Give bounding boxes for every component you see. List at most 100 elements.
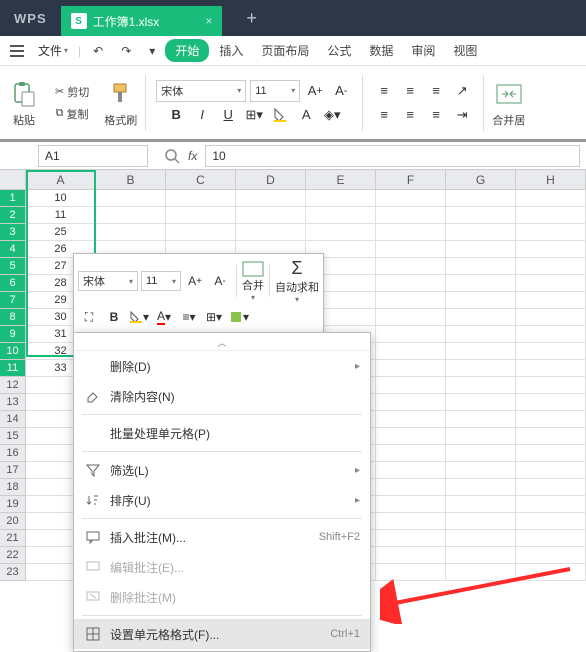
tab-close-icon[interactable]: × bbox=[205, 14, 212, 28]
cell[interactable] bbox=[376, 241, 446, 258]
align-bottom-button[interactable]: ≡ bbox=[425, 80, 447, 102]
row-header[interactable]: 21 bbox=[0, 530, 26, 547]
tab-view[interactable]: 视图 bbox=[445, 38, 485, 63]
select-all-corner[interactable] bbox=[0, 170, 26, 189]
mini-bold[interactable]: B bbox=[103, 306, 125, 328]
row-header[interactable]: 11 bbox=[0, 360, 26, 377]
cell[interactable] bbox=[446, 496, 516, 513]
font-color-button[interactable]: A bbox=[295, 104, 317, 126]
row-header[interactable]: 14 bbox=[0, 411, 26, 428]
mini-fill-color[interactable]: ▾ bbox=[128, 306, 150, 328]
col-header[interactable]: E bbox=[306, 170, 376, 189]
indent-button[interactable]: ⇥ bbox=[451, 104, 473, 126]
cell[interactable] bbox=[516, 496, 586, 513]
cell[interactable] bbox=[376, 530, 446, 547]
cell[interactable] bbox=[376, 564, 446, 581]
row-header[interactable]: 17 bbox=[0, 462, 26, 479]
tab-data[interactable]: 数据 bbox=[361, 38, 401, 63]
col-header[interactable]: A bbox=[26, 170, 96, 189]
workbook-tab[interactable]: S 工作簿1.xlsx × bbox=[61, 6, 223, 36]
cell[interactable] bbox=[96, 190, 166, 207]
row-header[interactable]: 13 bbox=[0, 394, 26, 411]
cell[interactable] bbox=[516, 445, 586, 462]
cell[interactable] bbox=[376, 479, 446, 496]
tab-formulas[interactable]: 公式 bbox=[319, 38, 359, 63]
cell[interactable] bbox=[376, 343, 446, 360]
mini-merge-button[interactable]: 合并▾ bbox=[242, 261, 264, 302]
cell[interactable] bbox=[376, 275, 446, 292]
cell[interactable] bbox=[446, 547, 516, 564]
mini-autosum-button[interactable]: Σ 自动求和▾ bbox=[275, 258, 319, 304]
mini-align[interactable]: ≡▾ bbox=[178, 306, 200, 328]
cell[interactable] bbox=[516, 275, 586, 292]
cell[interactable] bbox=[516, 411, 586, 428]
cell[interactable] bbox=[446, 258, 516, 275]
formula-input[interactable]: 10 bbox=[205, 145, 580, 167]
underline-button[interactable]: U bbox=[217, 104, 239, 126]
row-header[interactable]: 9 bbox=[0, 326, 26, 343]
row-header[interactable]: 18 bbox=[0, 479, 26, 496]
cell[interactable] bbox=[166, 190, 236, 207]
col-header[interactable]: H bbox=[516, 170, 586, 189]
cell[interactable] bbox=[376, 377, 446, 394]
mini-font-size[interactable]: 11▾ bbox=[141, 271, 181, 291]
cell[interactable] bbox=[446, 224, 516, 241]
copy-button[interactable]: ⧉ 复制 bbox=[53, 104, 92, 124]
row-header[interactable]: 19 bbox=[0, 496, 26, 513]
col-header[interactable]: B bbox=[96, 170, 166, 189]
cell[interactable] bbox=[516, 394, 586, 411]
cell[interactable] bbox=[516, 547, 586, 564]
align-middle-button[interactable]: ≡ bbox=[399, 80, 421, 102]
cell[interactable] bbox=[236, 224, 306, 241]
cell[interactable] bbox=[516, 462, 586, 479]
mini-font-color[interactable]: A▾ bbox=[153, 306, 175, 328]
cell[interactable] bbox=[446, 326, 516, 343]
cell[interactable] bbox=[446, 479, 516, 496]
row-header[interactable]: 22 bbox=[0, 547, 26, 564]
cell[interactable] bbox=[446, 394, 516, 411]
border-button[interactable]: ⊞▾ bbox=[243, 104, 265, 126]
app-menu-button[interactable] bbox=[4, 41, 30, 61]
cell[interactable] bbox=[446, 530, 516, 547]
align-left-button[interactable]: ≡ bbox=[373, 104, 395, 126]
mini-border[interactable]: ⊞▾ bbox=[203, 306, 225, 328]
cell[interactable] bbox=[376, 326, 446, 343]
cell[interactable] bbox=[446, 462, 516, 479]
tab-review[interactable]: 审阅 bbox=[403, 38, 443, 63]
cell[interactable] bbox=[446, 207, 516, 224]
cell[interactable] bbox=[516, 377, 586, 394]
cell[interactable] bbox=[446, 445, 516, 462]
cell[interactable] bbox=[446, 309, 516, 326]
cell[interactable] bbox=[516, 513, 586, 530]
cell[interactable] bbox=[376, 360, 446, 377]
italic-button[interactable]: I bbox=[191, 104, 213, 126]
cell[interactable] bbox=[516, 258, 586, 275]
ctx-insert-comment[interactable]: 插入批注(M)... Shift+F2 bbox=[74, 522, 370, 552]
orientation-button[interactable]: ↗ bbox=[451, 80, 473, 102]
row-header[interactable]: 10 bbox=[0, 343, 26, 360]
fill-color-button[interactable] bbox=[269, 104, 291, 126]
cell[interactable] bbox=[516, 292, 586, 309]
cell[interactable] bbox=[236, 190, 306, 207]
ctx-clear-contents[interactable]: 清除内容(N) bbox=[74, 381, 370, 411]
scroll-up-arrow[interactable]: ︿ bbox=[74, 335, 370, 351]
cell[interactable] bbox=[446, 360, 516, 377]
row-header[interactable]: 4 bbox=[0, 241, 26, 258]
redo-button[interactable]: ↷ bbox=[113, 40, 139, 62]
cell[interactable] bbox=[446, 292, 516, 309]
tab-insert[interactable]: 插入 bbox=[211, 38, 251, 63]
cell[interactable] bbox=[446, 411, 516, 428]
cell[interactable] bbox=[376, 445, 446, 462]
cell[interactable] bbox=[306, 190, 376, 207]
cell[interactable] bbox=[376, 258, 446, 275]
cell[interactable] bbox=[516, 190, 586, 207]
cell[interactable] bbox=[376, 309, 446, 326]
tab-home[interactable]: 开始 bbox=[165, 39, 209, 62]
col-header[interactable]: C bbox=[166, 170, 236, 189]
row-header[interactable]: 15 bbox=[0, 428, 26, 445]
fx-label[interactable]: fx bbox=[188, 149, 197, 163]
row-header[interactable]: 7 bbox=[0, 292, 26, 309]
new-tab-button[interactable]: + bbox=[232, 8, 271, 29]
cell[interactable] bbox=[516, 326, 586, 343]
mini-decrease-font[interactable]: A- bbox=[209, 270, 231, 292]
